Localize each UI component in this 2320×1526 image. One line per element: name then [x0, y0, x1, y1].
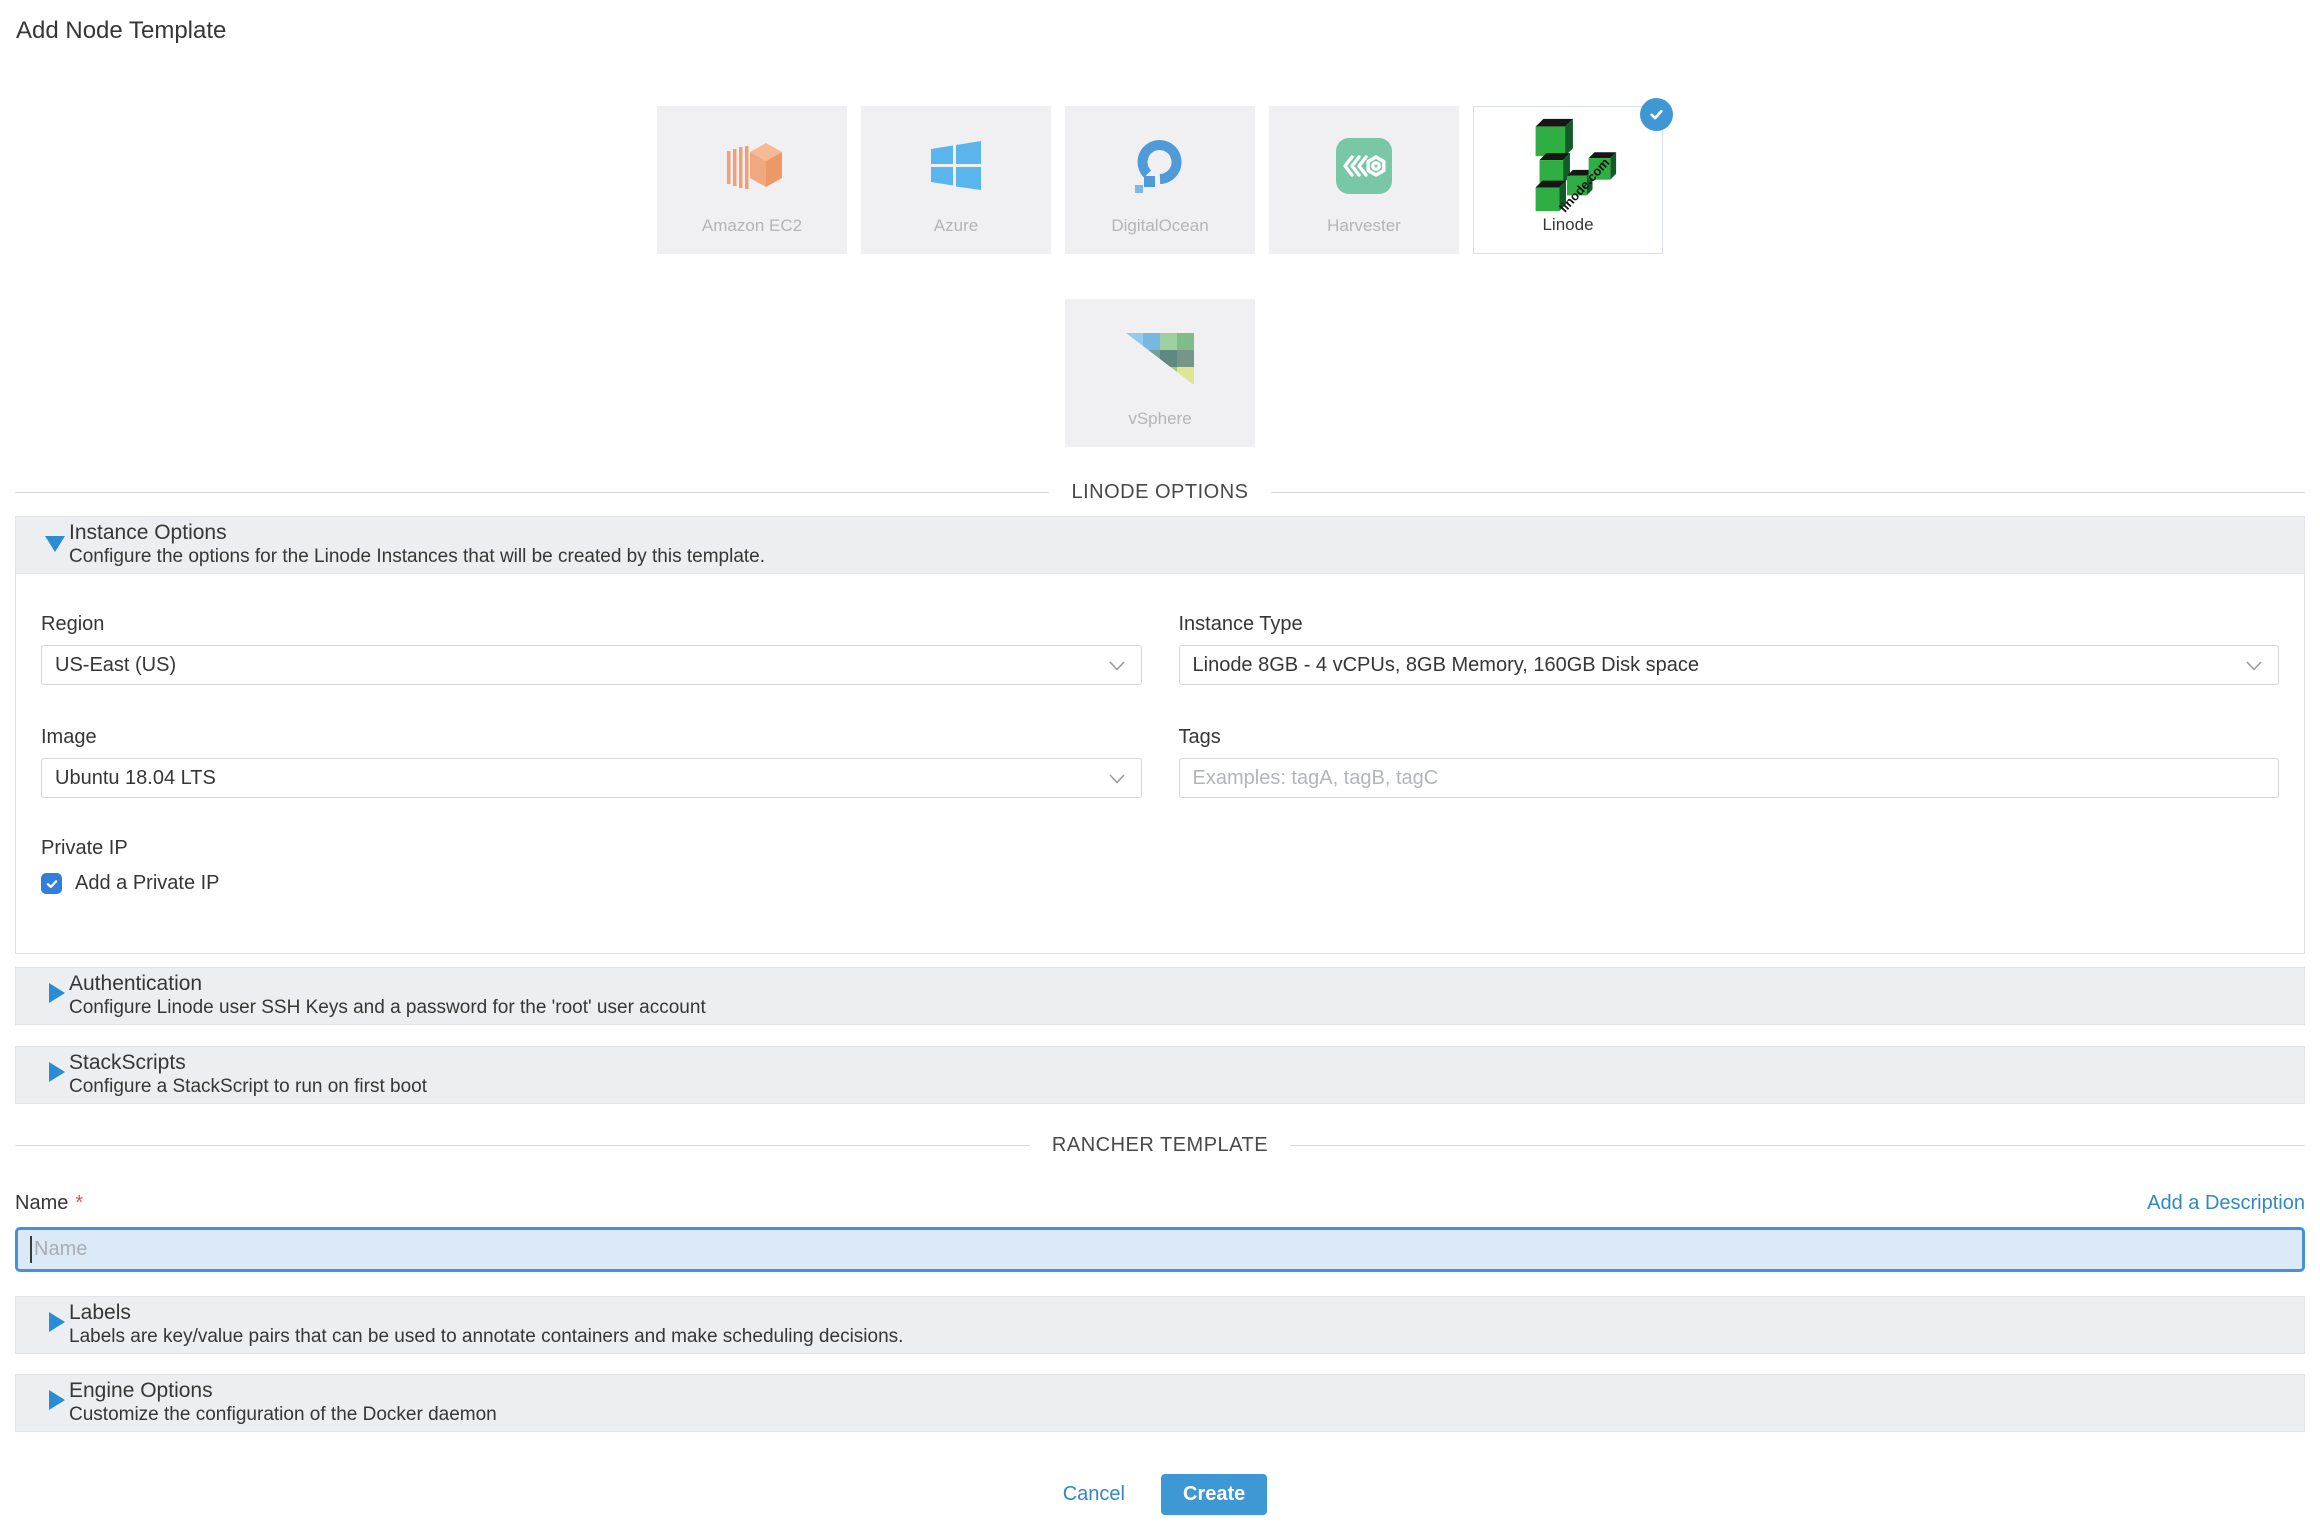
private-ip-checkbox[interactable]: [41, 873, 62, 894]
section-title: Instance Options: [69, 521, 2304, 544]
instance-options-panel: Region US-East (US) Instance Type Linode…: [15, 574, 2305, 954]
section-subtitle: Configure a StackScript to run on first …: [69, 1076, 2304, 1097]
name-row: Name * Add a Description: [15, 1191, 2305, 1215]
section-subtitle: Labels are key/value pairs that can be u…: [69, 1326, 2304, 1347]
section-header-instance-options[interactable]: Instance Options Configure the options f…: [15, 516, 2305, 574]
name-input[interactable]: [15, 1227, 2305, 1272]
provider-cards-row: Amazon EC2 Azure DigitalOcean: [0, 106, 2320, 254]
divider-line: [15, 1145, 1030, 1146]
provider-card-label: Azure: [861, 216, 1051, 236]
name-input-wrap: [15, 1227, 2305, 1272]
section-header-authentication[interactable]: Authentication Configure Linode user SSH…: [15, 967, 2305, 1025]
provider-card-digitalocean[interactable]: DigitalOcean: [1065, 106, 1255, 254]
section-title: Labels: [69, 1301, 2304, 1324]
instance-type-field: Instance Type Linode 8GB - 4 vCPUs, 8GB …: [1179, 612, 2280, 685]
divider-line: [1290, 1145, 2305, 1146]
provider-card-amazon-ec2[interactable]: Amazon EC2: [657, 106, 847, 254]
harvester-icon: [1331, 118, 1397, 214]
page-title: Add Node Template: [0, 0, 2320, 46]
linode-icon: linode.com: [1514, 109, 1622, 217]
chevron-down-icon: [2246, 661, 2262, 671]
selected-check-badge: [1640, 98, 1673, 131]
amazon-ec2-icon: [719, 118, 785, 214]
image-label: Image: [41, 725, 1142, 749]
triangle-right-icon: [49, 983, 65, 1003]
section-header-stackscripts[interactable]: StackScripts Configure a StackScript to …: [15, 1046, 2305, 1104]
chevron-down-icon: [1109, 774, 1125, 784]
section-subtitle: Customize the configuration of the Docke…: [69, 1404, 2304, 1425]
divider-line: [15, 492, 1049, 493]
tags-input[interactable]: [1179, 758, 2280, 798]
instance-type-value: Linode 8GB - 4 vCPUs, 8GB Memory, 160GB …: [1193, 654, 1700, 677]
instance-type-label: Instance Type: [1179, 612, 2280, 636]
section-subtitle: Configure the options for the Linode Ins…: [69, 546, 2304, 567]
image-value: Ubuntu 18.04 LTS: [55, 767, 216, 790]
section-header-labels[interactable]: Labels Labels are key/value pairs that c…: [15, 1296, 2305, 1354]
image-select[interactable]: Ubuntu 18.04 LTS: [41, 758, 1142, 798]
region-value: US-East (US): [55, 654, 176, 677]
provider-card-label: Harvester: [1269, 216, 1459, 236]
chevron-down-icon: [1109, 661, 1125, 671]
section-title: StackScripts: [69, 1051, 2304, 1074]
private-ip-label: Private IP: [41, 836, 2279, 860]
private-ip-group: Private IP Add a Private IP: [41, 836, 2279, 895]
private-ip-checkbox-row[interactable]: Add a Private IP: [41, 872, 2279, 895]
provider-card-label: Linode: [1474, 215, 1662, 235]
add-description-link[interactable]: Add a Description: [2147, 1191, 2305, 1215]
footer-actions: Cancel Create: [0, 1474, 2320, 1515]
private-ip-checkbox-label: Add a Private IP: [75, 872, 220, 895]
text-caret: [30, 1236, 32, 1263]
instance-type-select[interactable]: Linode 8GB - 4 vCPUs, 8GB Memory, 160GB …: [1179, 645, 2280, 685]
divider-label: RANCHER TEMPLATE: [1030, 1134, 1290, 1157]
section-subtitle: Configure Linode user SSH Keys and a pas…: [69, 997, 2304, 1018]
section-header-engine-options[interactable]: Engine Options Customize the configurati…: [15, 1374, 2305, 1432]
linode-options-divider: LINODE OPTIONS: [15, 481, 2305, 504]
provider-card-azure[interactable]: Azure: [861, 106, 1051, 254]
required-asterisk: *: [75, 1192, 83, 1214]
triangle-right-icon: [49, 1390, 65, 1410]
section-title: Engine Options: [69, 1379, 2304, 1402]
provider-cards-row-2: vSphere: [0, 299, 2320, 447]
triangle-down-icon: [45, 536, 65, 552]
rancher-template-divider: RANCHER TEMPLATE: [15, 1134, 2305, 1157]
triangle-right-icon: [49, 1312, 65, 1332]
region-label: Region: [41, 612, 1142, 636]
image-field: Image Ubuntu 18.04 LTS: [41, 725, 1142, 798]
divider-label: LINODE OPTIONS: [1049, 481, 1270, 504]
provider-card-vsphere[interactable]: vSphere: [1065, 299, 1255, 447]
cancel-button[interactable]: Cancel: [1053, 1475, 1135, 1514]
region-field: Region US-East (US): [41, 612, 1142, 685]
provider-card-label: vSphere: [1065, 409, 1255, 429]
provider-card-linode[interactable]: linode.com Linode: [1473, 106, 1663, 254]
divider-line: [1271, 492, 2305, 493]
tags-field: Tags: [1179, 725, 2280, 798]
name-label: Name: [15, 1192, 68, 1214]
provider-card-label: Amazon EC2: [657, 216, 847, 236]
tags-label: Tags: [1179, 725, 2280, 749]
digitalocean-icon: [1127, 118, 1193, 214]
region-select[interactable]: US-East (US): [41, 645, 1142, 685]
section-title: Authentication: [69, 972, 2304, 995]
vsphere-icon: [1120, 311, 1200, 407]
provider-card-harvester[interactable]: Harvester: [1269, 106, 1459, 254]
triangle-right-icon: [49, 1062, 65, 1082]
provider-card-label: DigitalOcean: [1065, 216, 1255, 236]
azure-icon: [923, 118, 989, 214]
create-button[interactable]: Create: [1161, 1474, 1267, 1515]
